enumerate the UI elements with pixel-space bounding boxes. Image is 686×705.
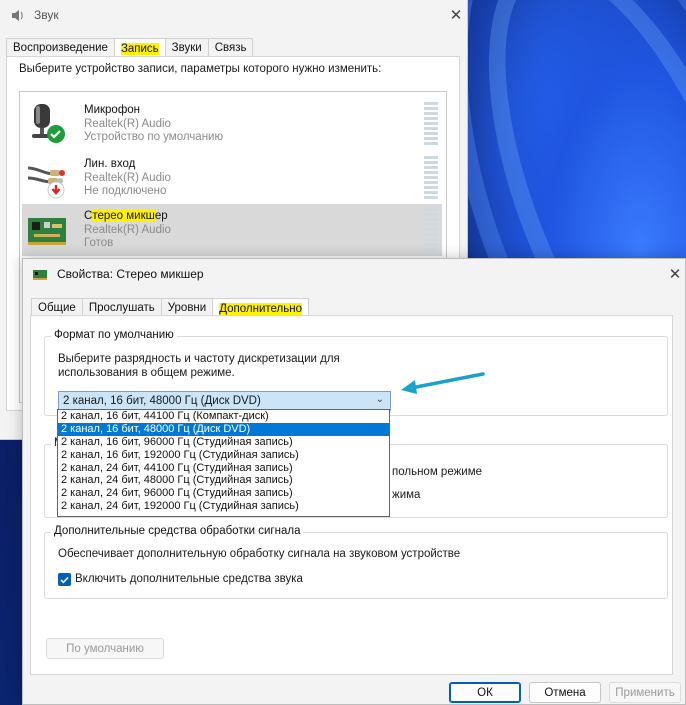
device-name: Микрофон — [84, 104, 141, 116]
exclusive-priority-text: жима — [392, 489, 421, 501]
device-driver: Realtek(R) Audio — [84, 171, 171, 184]
enhancements-description: Обеспечивает дополнительную обработку си… — [58, 548, 461, 560]
format-option[interactable]: 2 канал, 16 бит, 48000 Гц (Диск DVD) — [58, 422, 389, 436]
annotation-arrow-icon — [401, 372, 485, 394]
circuit-board-icon — [33, 267, 47, 281]
sound-tabs: Воспроизведение Запись Звуки Связь — [6, 37, 254, 59]
device-name: Лин. вход — [84, 158, 136, 170]
close-icon[interactable]: ✕ — [436, 0, 476, 30]
device-stereo-mix[interactable]: Стерео микшер Realtek(R) Audio Готов — [22, 204, 442, 256]
device-line-in[interactable]: Лин. вход Realtek(R) Audio Не подключено — [22, 152, 442, 204]
format-dropdown-list[interactable]: 2 канал, 16 бит, 44100 Гц (Компакт-диск)… — [57, 409, 390, 517]
enable-enhancements-label: Включить дополнительные средства звука — [75, 573, 303, 585]
enhancements-title: Дополнительные средства обработки сигнал… — [51, 525, 304, 537]
properties-window-title: Свойства: Стерео микшер — [57, 267, 204, 281]
format-option[interactable]: 2 канал, 24 бит, 48000 Гц (Студийная зап… — [58, 474, 389, 487]
cancel-button[interactable]: Отмена — [529, 682, 601, 703]
default-format-description: Выберите разрядность и частоту дискретиз… — [58, 353, 340, 379]
restore-default-button[interactable]: По умолчанию — [46, 638, 164, 659]
format-option[interactable]: 2 канал, 16 бит, 192000 Гц (Студийная за… — [58, 449, 389, 462]
format-option[interactable]: 2 канал, 24 бит, 44100 Гц (Студийная зап… — [58, 462, 389, 475]
level-meter — [424, 102, 438, 146]
default-format-title: Формат по умолчанию — [51, 329, 177, 341]
microphone-icon — [24, 102, 72, 146]
device-status: Не подключено — [84, 185, 167, 197]
ok-button[interactable]: ОК — [449, 682, 521, 703]
device-status: Готов — [84, 237, 114, 249]
circuit-board-icon — [24, 208, 72, 252]
level-meter — [424, 208, 438, 252]
device-name: Стерео микшер — [84, 210, 168, 222]
format-option[interactable]: 2 канал, 16 бит, 44100 Гц (Компакт-диск) — [58, 410, 389, 423]
recording-prompt: Выберите устройство записи, параметры ко… — [19, 63, 382, 75]
exclusive-mode-text: польном режиме — [392, 466, 483, 478]
format-select[interactable]: 2 канал, 16 бит, 48000 Гц (Диск DVD) ⌄ — [58, 391, 391, 411]
device-status: Устройство по умолчанию — [84, 131, 224, 143]
device-driver: Realtek(R) Audio — [84, 117, 171, 130]
properties-titlebar: Свойства: Стерео микшер — [23, 259, 685, 289]
speaker-icon — [10, 8, 24, 22]
device-microphone[interactable]: Микрофон Realtek(R) Audio Устройство по … — [22, 98, 442, 150]
chevron-down-icon[interactable]: ⌄ — [376, 394, 384, 405]
apply-button[interactable]: Применить — [609, 682, 681, 703]
level-meter — [424, 156, 438, 200]
tab-sounds[interactable]: Звуки — [164, 38, 209, 58]
tab-communications[interactable]: Связь — [207, 38, 254, 58]
close-icon[interactable]: ✕ — [663, 259, 686, 289]
sound-titlebar: Звук — [0, 0, 467, 30]
enhancements-group: Дополнительные средства обработки сигнал… — [44, 525, 668, 599]
format-option[interactable]: 2 канал, 16 бит, 96000 Гц (Студийная зап… — [58, 436, 389, 449]
tab-playback[interactable]: Воспроизведение — [6, 38, 115, 58]
sound-window-title: Звук — [34, 8, 59, 22]
format-option[interactable]: 2 канал, 24 бит, 96000 Гц (Студийная зап… — [58, 487, 389, 500]
format-option[interactable]: 2 канал, 24 бит, 192000 Гц (Студийная за… — [58, 500, 389, 513]
enable-enhancements-checkbox[interactable] — [58, 573, 71, 586]
device-driver: Realtek(R) Audio — [84, 223, 171, 236]
format-select-value: 2 канал, 16 бит, 48000 Гц (Диск DVD) — [63, 395, 261, 407]
line-in-cable-icon — [24, 156, 72, 200]
